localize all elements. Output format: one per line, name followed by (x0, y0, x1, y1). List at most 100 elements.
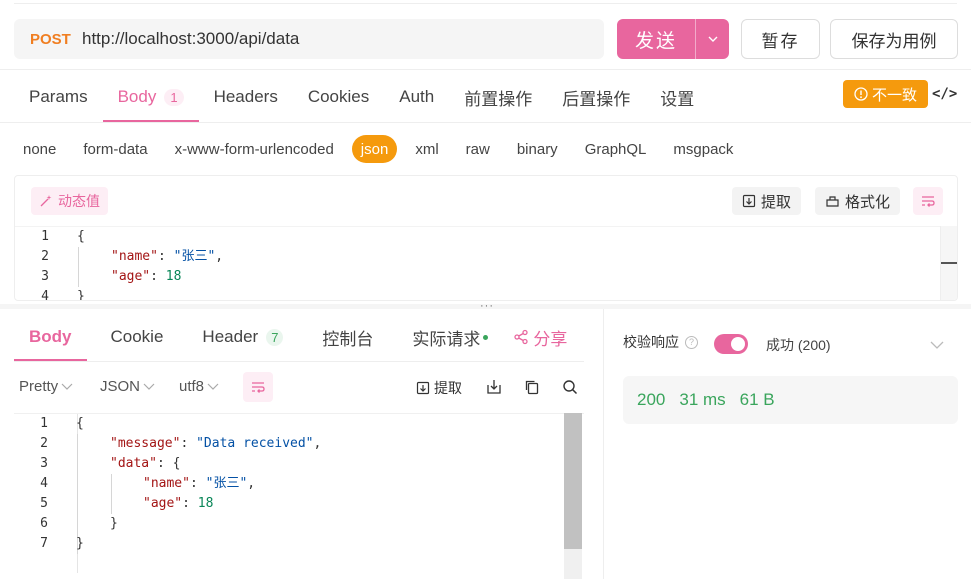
scroll-thumb[interactable] (941, 262, 957, 264)
tab-label: 前置操作 (464, 89, 533, 109)
tab-label: Body (29, 327, 72, 346)
method-label[interactable]: POST (30, 31, 82, 48)
tab-console[interactable]: 控制台 (298, 313, 388, 361)
response-extract-button[interactable]: 提取 (416, 378, 462, 398)
word-wrap-button[interactable] (913, 187, 943, 215)
share-icon (514, 329, 529, 345)
json-string: "张三" (173, 249, 216, 264)
tab-label: 实际请求 (412, 329, 481, 349)
dynamic-value-button[interactable]: 动态值 (31, 187, 108, 215)
code-line: 6} (14, 514, 584, 534)
response-scrollbar[interactable] (564, 413, 582, 579)
divider (0, 69, 971, 70)
response-code-area[interactable]: 1{ 2 "message": "Data received", 3 "data":… (14, 413, 584, 579)
extract-icon (416, 381, 430, 395)
body-type-graphql[interactable]: GraphQL (576, 135, 656, 163)
tab-response-cookie[interactable]: Cookie (87, 313, 179, 361)
code-line: 7} (14, 534, 584, 554)
json-string: "Data received" (196, 436, 314, 451)
tab-pre-operations[interactable]: 前置操作 (449, 72, 547, 122)
divider (14, 361, 584, 362)
url-bar[interactable]: POST http://localhost:3000/api/data (14, 19, 604, 59)
tab-headers[interactable]: Headers (199, 72, 293, 122)
code-text: { (77, 229, 85, 244)
send-label[interactable]: 发送 (617, 26, 695, 53)
line-number: 7 (40, 536, 48, 551)
body-type-form-data[interactable]: form-data (74, 135, 156, 163)
tab-label: 控制台 (322, 329, 374, 349)
status-code: 200 (637, 390, 666, 409)
format-select[interactable]: JSON (100, 378, 155, 395)
format-icon (826, 196, 839, 207)
code-text: } (110, 516, 118, 531)
response-size: 61 B (739, 390, 775, 409)
copy-icon[interactable] (523, 378, 541, 396)
top-divider (14, 0, 957, 4)
drag-handle-icon[interactable]: ··· (480, 301, 494, 312)
tab-cookies[interactable]: Cookies (293, 72, 384, 122)
body-type-msgpack[interactable]: msgpack (664, 135, 742, 163)
format-button[interactable]: 格式化 (815, 187, 901, 215)
tab-actual-request[interactable]: 实际请求 (388, 313, 503, 361)
line-number: 4 (41, 289, 49, 301)
line-number: 5 (40, 496, 48, 511)
code-line: 5 "age": 18 (14, 494, 584, 514)
pretty-select[interactable]: Pretty (19, 378, 73, 395)
chevron-down-icon (143, 383, 155, 390)
tab-label: Body (117, 87, 157, 106)
header-count-badge: 7 (266, 328, 284, 346)
scroll-thumb[interactable] (564, 413, 582, 549)
response-toolbar: Pretty JSON utf8 提取 (14, 372, 584, 402)
format-label: JSON (100, 378, 141, 395)
json-number: 18 (197, 496, 214, 511)
warning-icon (854, 87, 868, 101)
json-key: "name" (143, 476, 190, 491)
code-view-icon[interactable]: </> (932, 86, 957, 102)
request-body-editor: 动态值 提取 格式化 1{ 2 "name": "张三", 3 "age": 18 … (14, 175, 958, 301)
tab-settings[interactable]: 设置 (645, 72, 709, 122)
line-number: 4 (40, 476, 48, 491)
send-button[interactable]: 发送 (617, 19, 729, 59)
tab-auth[interactable]: Auth (384, 72, 449, 122)
tab-params[interactable]: Params (14, 72, 103, 122)
body-type-urlencoded[interactable]: x-www-form-urlencoded (166, 135, 343, 163)
json-key: "data" (110, 456, 157, 471)
tab-response-body[interactable]: Body (14, 313, 87, 361)
tab-body[interactable]: Body 1 (102, 72, 199, 122)
tab-response-header[interactable]: Header 7 (178, 313, 298, 361)
line-number: 2 (40, 436, 48, 451)
request-scrollbar[interactable] (940, 226, 957, 300)
save-button[interactable]: 暂存 (741, 19, 820, 59)
line-number: 1 (40, 416, 48, 431)
code-line: 2 "name": "张三", (15, 247, 957, 267)
dynamic-value-label: 动态值 (58, 193, 100, 209)
download-icon[interactable] (485, 378, 503, 396)
vertical-divider (603, 309, 604, 579)
body-type-xml[interactable]: xml (406, 135, 447, 163)
encoding-select[interactable]: utf8 (179, 378, 219, 395)
extract-icon (742, 194, 756, 208)
send-dropdown-icon[interactable] (696, 36, 729, 42)
help-icon[interactable]: ? (685, 335, 698, 349)
body-type-binary[interactable]: binary (508, 135, 567, 163)
mismatch-badge[interactable]: 不一致 (843, 80, 928, 108)
extract-button[interactable]: 提取 (732, 187, 802, 215)
tab-post-operations[interactable]: 后置操作 (547, 72, 645, 122)
body-type-raw[interactable]: raw (457, 135, 499, 163)
save-as-case-button[interactable]: 保存为用例 (830, 19, 958, 59)
code-line: 4} (15, 287, 957, 301)
json-string: "张三" (205, 476, 248, 491)
search-icon[interactable] (561, 378, 579, 396)
chevron-down-icon[interactable] (930, 337, 944, 353)
url-input[interactable]: http://localhost:3000/api/data (82, 29, 299, 49)
response-wrap-button[interactable] (243, 372, 273, 402)
request-code-area[interactable]: 1{ 2 "name": "张三", 3 "age": 18 4} (15, 226, 957, 300)
body-type-none[interactable]: none (14, 135, 65, 163)
json-key: "message" (110, 436, 181, 451)
encoding-label: utf8 (179, 378, 205, 395)
validate-response-toggle[interactable] (714, 334, 748, 354)
share-button[interactable]: 分享 (503, 313, 582, 361)
tab-label: 设置 (660, 89, 695, 109)
body-type-json[interactable]: json (351, 135, 398, 163)
json-key: "age" (111, 269, 151, 284)
